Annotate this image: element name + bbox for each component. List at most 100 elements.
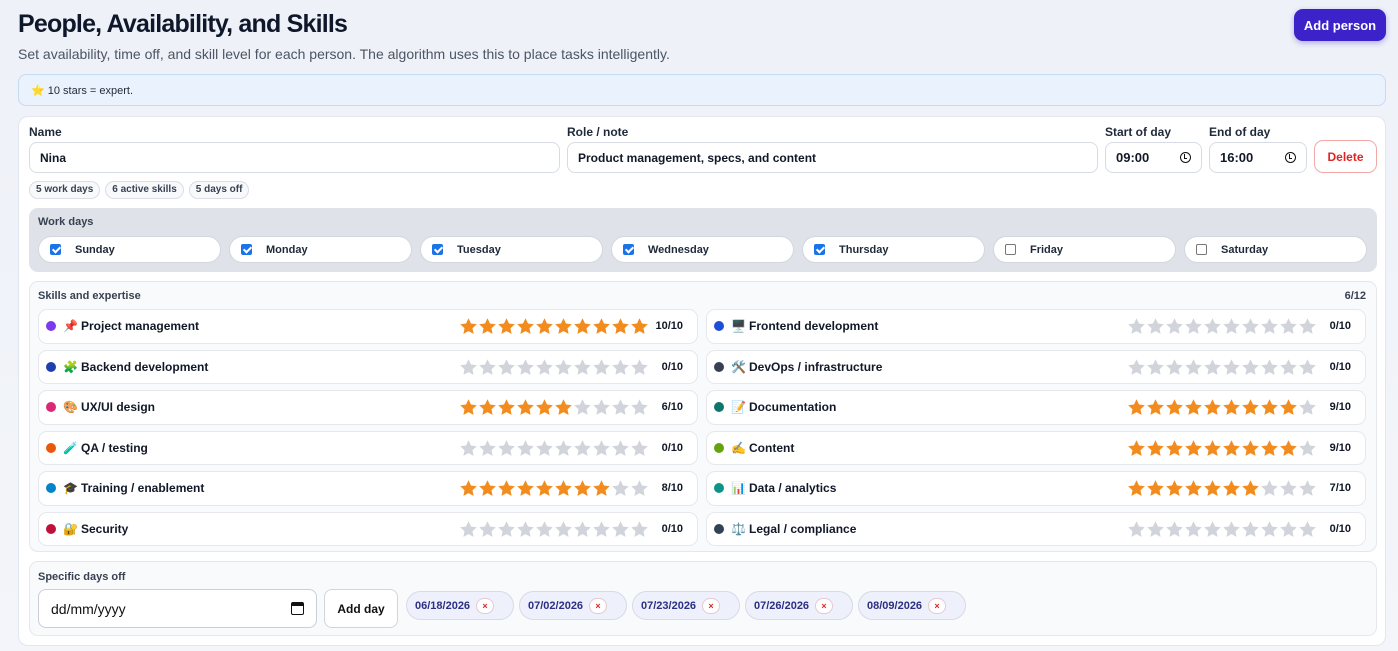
star-icon[interactable] [1146, 520, 1165, 539]
star-icon[interactable] [1146, 479, 1165, 498]
star-icon[interactable] [630, 439, 649, 458]
star-icon[interactable] [1184, 520, 1203, 539]
star-icon[interactable] [1203, 479, 1222, 498]
remove-day-off-icon[interactable]: × [476, 597, 495, 614]
star-icon[interactable] [1279, 358, 1298, 377]
star-icon[interactable] [554, 520, 573, 539]
star-icon[interactable] [1127, 317, 1146, 336]
star-icon[interactable] [516, 317, 535, 336]
star-icon[interactable] [630, 479, 649, 498]
work-day-wednesday[interactable]: Wednesday [611, 236, 794, 263]
star-icon[interactable] [1127, 520, 1146, 539]
work-day-checkbox[interactable] [50, 244, 61, 255]
date-input[interactable]: dd/mm/yyyy [38, 589, 317, 628]
remove-day-off-icon[interactable]: × [589, 597, 608, 614]
star-icon[interactable] [1146, 317, 1165, 336]
work-day-monday[interactable]: Monday [229, 236, 412, 263]
star-icon[interactable] [1260, 317, 1279, 336]
star-icon[interactable] [611, 439, 630, 458]
star-icon[interactable] [497, 520, 516, 539]
star-icon[interactable] [573, 358, 592, 377]
star-icon[interactable] [535, 398, 554, 417]
star-icon[interactable] [1184, 358, 1203, 377]
star-icon[interactable] [1260, 439, 1279, 458]
star-icon[interactable] [1146, 398, 1165, 417]
star-icon[interactable] [1165, 439, 1184, 458]
remove-day-off-icon[interactable]: × [928, 597, 947, 614]
work-day-thursday[interactable]: Thursday [802, 236, 985, 263]
star-icon[interactable] [459, 398, 478, 417]
star-icon[interactable] [554, 479, 573, 498]
star-icon[interactable] [1279, 479, 1298, 498]
star-icon[interactable] [516, 398, 535, 417]
star-icon[interactable] [516, 439, 535, 458]
remove-day-off-icon[interactable]: × [815, 597, 834, 614]
star-icon[interactable] [1241, 439, 1260, 458]
star-icon[interactable] [1127, 479, 1146, 498]
star-icon[interactable] [1298, 439, 1317, 458]
star-icon[interactable] [1184, 317, 1203, 336]
star-icon[interactable] [497, 358, 516, 377]
star-icon[interactable] [478, 520, 497, 539]
work-day-saturday[interactable]: Saturday [1184, 236, 1367, 263]
star-icon[interactable] [1146, 358, 1165, 377]
clock-icon[interactable] [1180, 152, 1191, 163]
star-icon[interactable] [573, 479, 592, 498]
name-input[interactable]: Nina [29, 142, 560, 173]
star-icon[interactable] [1127, 439, 1146, 458]
star-icon[interactable] [459, 358, 478, 377]
work-day-tuesday[interactable]: Tuesday [420, 236, 603, 263]
star-icon[interactable] [1222, 398, 1241, 417]
star-icon[interactable] [1241, 520, 1260, 539]
work-day-friday[interactable]: Friday [993, 236, 1176, 263]
star-icon[interactable] [573, 317, 592, 336]
star-icon[interactable] [516, 520, 535, 539]
star-icon[interactable] [554, 317, 573, 336]
star-icon[interactable] [1203, 398, 1222, 417]
star-icon[interactable] [573, 439, 592, 458]
star-icon[interactable] [630, 398, 649, 417]
work-day-checkbox[interactable] [1196, 244, 1207, 255]
delete-person-button[interactable]: Delete [1314, 140, 1377, 173]
star-icon[interactable] [1203, 439, 1222, 458]
star-icon[interactable] [1165, 520, 1184, 539]
remove-day-off-icon[interactable]: × [702, 597, 721, 614]
star-icon[interactable] [1203, 520, 1222, 539]
star-icon[interactable] [516, 479, 535, 498]
star-icon[interactable] [611, 520, 630, 539]
star-icon[interactable] [1165, 398, 1184, 417]
start-of-day-input[interactable]: 09:00 [1105, 142, 1202, 173]
calendar-icon[interactable] [291, 602, 304, 615]
star-icon[interactable] [554, 398, 573, 417]
star-icon[interactable] [497, 479, 516, 498]
star-icon[interactable] [1260, 520, 1279, 539]
work-day-checkbox[interactable] [432, 244, 443, 255]
star-icon[interactable] [459, 317, 478, 336]
star-icon[interactable] [497, 439, 516, 458]
star-icon[interactable] [611, 358, 630, 377]
star-icon[interactable] [611, 317, 630, 336]
star-icon[interactable] [611, 398, 630, 417]
star-icon[interactable] [554, 439, 573, 458]
star-icon[interactable] [611, 479, 630, 498]
star-icon[interactable] [1127, 358, 1146, 377]
star-icon[interactable] [535, 479, 554, 498]
star-icon[interactable] [1222, 317, 1241, 336]
work-day-sunday[interactable]: Sunday [38, 236, 221, 263]
star-icon[interactable] [1184, 479, 1203, 498]
star-icon[interactable] [478, 358, 497, 377]
star-icon[interactable] [535, 317, 554, 336]
star-icon[interactable] [1165, 479, 1184, 498]
star-icon[interactable] [535, 439, 554, 458]
star-icon[interactable] [459, 439, 478, 458]
star-icon[interactable] [630, 358, 649, 377]
star-icon[interactable] [516, 358, 535, 377]
star-icon[interactable] [1241, 398, 1260, 417]
star-icon[interactable] [1203, 358, 1222, 377]
star-icon[interactable] [1203, 317, 1222, 336]
role-input[interactable]: Product management, specs, and content [567, 142, 1098, 173]
star-icon[interactable] [1241, 479, 1260, 498]
star-icon[interactable] [1260, 398, 1279, 417]
star-icon[interactable] [1184, 398, 1203, 417]
star-icon[interactable] [1184, 439, 1203, 458]
